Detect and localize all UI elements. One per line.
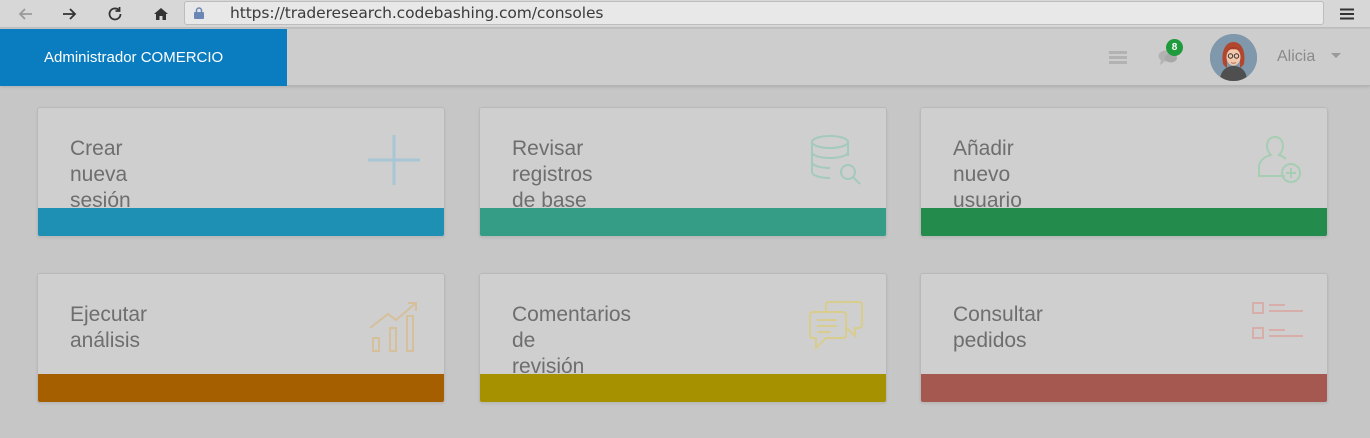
card-add-user[interactable]: Añadir nuevo usuario [920, 107, 1328, 237]
bar-chart-icon [369, 302, 417, 352]
card-color-bar [38, 208, 444, 236]
card-review-db-records[interactable]: Revisar registros de base de datos [479, 107, 887, 237]
lock-icon [194, 7, 204, 19]
card-check-orders[interactable]: Consultar pedidos [920, 273, 1328, 403]
username[interactable]: Alicia [1277, 48, 1315, 66]
card-review-comments[interactable]: Comentarios de revisión [479, 273, 887, 403]
notification-badge: 8 [1166, 39, 1183, 56]
reload-icon[interactable] [104, 3, 126, 25]
add-user-icon [1258, 136, 1301, 183]
url-text: https://traderesearch.codebashing.com/co… [230, 4, 604, 22]
address-bar[interactable]: https://traderesearch.codebashing.com/co… [184, 1, 1324, 25]
checklist-icon [1252, 302, 1303, 339]
home-icon[interactable] [150, 3, 172, 25]
card-color-bar [921, 374, 1327, 402]
card-color-bar [480, 374, 886, 402]
back-arrow-icon[interactable] [15, 3, 37, 25]
card-color-bar [921, 208, 1327, 236]
browser-toolbar: https://traderesearch.codebashing.com/co… [0, 0, 1370, 28]
card-title: Crear nueva sesión [70, 137, 131, 212]
card-title: Comentarios de revisión [512, 303, 632, 378]
brand-title[interactable]: Administrador COMERCIO [0, 29, 287, 86]
card-color-bar [480, 208, 886, 236]
avatar[interactable] [1210, 34, 1257, 81]
database-search-icon [811, 135, 861, 185]
hamburger-menu-icon[interactable] [1336, 3, 1358, 25]
card-create-session[interactable]: Crear nueva sesión [37, 107, 445, 237]
plus-icon [368, 135, 420, 185]
card-title: Ejecutar análisis [70, 303, 148, 352]
card-color-bar [38, 374, 444, 402]
app-header: Administrador COMERCIO 8 Alicia [0, 29, 1370, 86]
card-title: Añadir nuevo usuario [953, 137, 1022, 212]
card-run-analysis[interactable]: Ejecutar análisis [37, 273, 445, 403]
card-title: Consultar pedidos [953, 303, 1043, 352]
list-icon[interactable] [1109, 50, 1127, 65]
comments-icon [809, 301, 863, 351]
caret-down-icon[interactable] [1331, 53, 1341, 58]
forward-arrow-icon[interactable] [58, 3, 80, 25]
